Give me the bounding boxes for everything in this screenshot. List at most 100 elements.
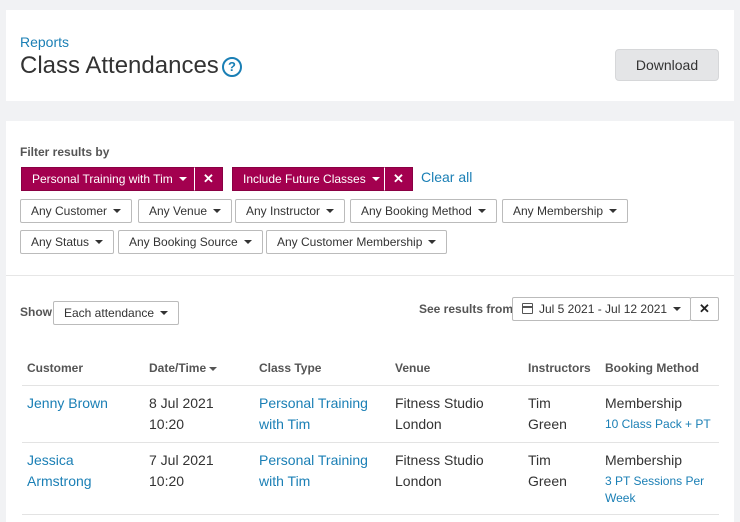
venue-line: London <box>395 416 442 432</box>
row-divider <box>22 514 719 515</box>
dropdown-label: Any Booking Source <box>129 235 238 249</box>
filter-chip-class-type[interactable]: Personal Training with Tim <box>21 167 196 191</box>
membership-link[interactable]: 10 Class Pack + PT <box>605 416 711 433</box>
membership-line: 10 Class Pack + PT <box>605 417 711 431</box>
dropdown-label: Any Instructor <box>246 204 321 218</box>
table-header-divider <box>22 385 719 386</box>
filter-label: Filter results by <box>20 145 110 159</box>
filter-chip-future-classes[interactable]: Include Future Classes <box>232 167 386 191</box>
membership-line: 3 PT Sessions Per <box>605 474 705 488</box>
class-type-link[interactable]: Personal Training with Tim <box>259 393 368 435</box>
time-text: 10:20 <box>149 473 185 489</box>
instructor-line: Green <box>528 416 567 432</box>
instructor-line: Green <box>528 473 567 489</box>
row-divider <box>22 442 719 443</box>
column-header-booking-method[interactable]: Booking Method <box>605 361 699 375</box>
venue-cell: Fitness Studio London <box>395 450 484 492</box>
class-type-link[interactable]: Personal Training with Tim <box>259 450 368 492</box>
status-filter-dropdown[interactable]: Any Status <box>20 230 115 254</box>
customer-link[interactable]: Jessica Armstrong <box>27 450 92 492</box>
column-header-class-type[interactable]: Class Type <box>259 361 321 375</box>
column-header-label: Date/Time <box>149 361 207 375</box>
venue-line: London <box>395 473 442 489</box>
column-header-instructors[interactable]: Instructors <box>528 361 591 375</box>
venue-filter-dropdown[interactable]: Any Venue <box>138 199 233 223</box>
chip-label: Include Future Classes <box>243 172 366 186</box>
class-type-line: Personal Training <box>259 395 368 411</box>
customer-link[interactable]: Jenny Brown <box>27 393 108 414</box>
section-divider <box>6 275 734 276</box>
venue-cell: Fitness Studio London <box>395 393 484 435</box>
chevron-down-icon <box>673 306 682 311</box>
date-range-label: Jul 5 2021 - Jul 12 2021 <box>539 302 668 316</box>
dropdown-label: Any Membership <box>513 204 604 218</box>
customer-filter-dropdown[interactable]: Any Customer <box>20 199 133 223</box>
column-header-customer[interactable]: Customer <box>27 361 83 375</box>
datetime-cell: 8 Jul 2021 10:20 <box>149 393 214 435</box>
class-type-line: Personal Training <box>259 452 368 468</box>
customer-name-line: Jenny Brown <box>27 395 108 411</box>
calendar-icon <box>522 303 533 315</box>
membership-link[interactable]: 3 PT Sessions Per Week <box>605 473 704 507</box>
main-card: Filter results by Personal Training with… <box>6 121 734 522</box>
class-type-line: with Tim <box>259 416 311 432</box>
page-title: Class Attendances <box>20 52 219 79</box>
breadcrumb-reports[interactable]: Reports <box>20 34 69 50</box>
instructors-cell: Tim Green <box>528 450 567 492</box>
see-results-label: See results from <box>419 302 514 316</box>
booking-method-cell: Membership 3 PT Sessions Per Week <box>605 450 704 507</box>
clear-date-range-button[interactable]: ✕ <box>690 297 719 321</box>
date-text: 7 Jul 2021 <box>149 452 214 468</box>
chevron-down-icon <box>477 208 486 213</box>
datetime-cell: 7 Jul 2021 10:20 <box>149 450 214 492</box>
date-text: 8 Jul 2021 <box>149 395 214 411</box>
help-icon[interactable]: ? <box>222 57 242 77</box>
dropdown-label: Any Customer <box>31 204 108 218</box>
chevron-down-icon <box>213 208 222 213</box>
customer-name-line: Jessica <box>27 452 74 468</box>
sort-desc-icon <box>209 366 218 371</box>
customer-name-line: Armstrong <box>27 473 92 489</box>
venue-line: Fitness Studio <box>395 452 484 468</box>
remove-filter-chip-button[interactable]: ✕ <box>384 167 413 191</box>
dropdown-label: Any Status <box>31 235 90 249</box>
column-header-datetime[interactable]: Date/Time <box>149 361 218 375</box>
remove-filter-chip-button[interactable]: ✕ <box>194 167 223 191</box>
instructors-cell: Tim Green <box>528 393 567 435</box>
instructor-line: Tim <box>528 395 551 411</box>
chevron-down-icon <box>178 176 187 181</box>
clear-all-link[interactable]: Clear all <box>421 169 472 185</box>
chevron-down-icon <box>428 239 437 244</box>
dropdown-label: Any Customer Membership <box>277 235 423 249</box>
chevron-down-icon <box>243 239 252 244</box>
chevron-down-icon <box>95 239 104 244</box>
chevron-down-icon <box>160 310 169 315</box>
dropdown-label: Any Booking Method <box>361 204 472 218</box>
membership-line: Week <box>605 491 636 505</box>
class-type-line: with Tim <box>259 473 311 489</box>
booking-source-filter-dropdown[interactable]: Any Booking Source <box>118 230 263 254</box>
show-mode-dropdown[interactable]: Each attendance <box>53 301 180 325</box>
header-card: Reports Class Attendances ? Download <box>6 10 734 101</box>
booking-method-text: Membership <box>605 395 683 411</box>
dropdown-label: Each attendance <box>64 306 155 320</box>
booking-method-cell: Membership 10 Class Pack + PT <box>605 393 711 433</box>
time-text: 10:20 <box>149 416 185 432</box>
membership-filter-dropdown[interactable]: Any Membership <box>502 199 629 223</box>
column-header-venue[interactable]: Venue <box>395 361 430 375</box>
chip-label: Personal Training with Tim <box>32 172 173 186</box>
chevron-down-icon <box>609 208 618 213</box>
chevron-down-icon <box>371 176 380 181</box>
venue-line: Fitness Studio <box>395 395 484 411</box>
instructor-line: Tim <box>528 452 551 468</box>
customer-membership-filter-dropdown[interactable]: Any Customer Membership <box>266 230 448 254</box>
show-label: Show <box>20 305 52 319</box>
booking-method-filter-dropdown[interactable]: Any Booking Method <box>350 199 497 223</box>
date-range-dropdown[interactable]: Jul 5 2021 - Jul 12 2021 <box>512 297 691 321</box>
instructor-filter-dropdown[interactable]: Any Instructor <box>235 199 346 223</box>
dropdown-label: Any Venue <box>149 204 208 218</box>
download-button[interactable]: Download <box>615 49 719 81</box>
chevron-down-icon <box>113 208 122 213</box>
chevron-down-icon <box>326 208 335 213</box>
booking-method-text: Membership <box>605 452 683 468</box>
